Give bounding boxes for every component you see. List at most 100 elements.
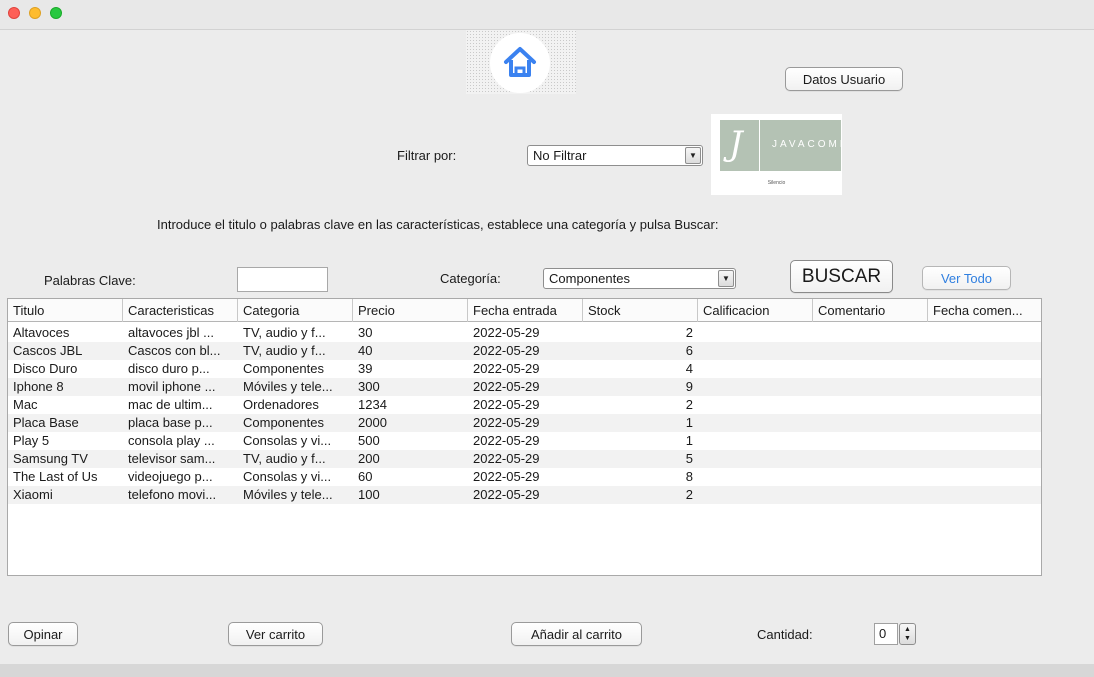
minimize-window-button[interactable] <box>29 7 41 19</box>
table-cell: 2000 <box>358 415 387 430</box>
view-all-button[interactable]: Ver Todo <box>922 266 1011 290</box>
table-cell <box>698 468 813 486</box>
table-cell: placa base p... <box>128 415 213 430</box>
table-row[interactable]: Placa Base placa base p... Componentes 2000… <box>8 414 1041 432</box>
keywords-input[interactable] <box>237 267 328 292</box>
chevron-down-icon: ▼ <box>718 270 734 287</box>
table-row[interactable]: Cascos JBL Cascos con bl... TV, audio y f.… <box>8 342 1041 360</box>
instructions-text: Introduce el titulo o palabras clave en … <box>157 217 719 232</box>
table-cell: Samsung TV <box>13 451 88 466</box>
table-cell: Placa Base <box>13 415 79 430</box>
table-cell: 6 <box>685 343 693 358</box>
table-cell: altavoces jbl ... <box>128 325 214 340</box>
table-cell <box>813 378 928 396</box>
table-cell: 2022-05-29 <box>473 469 540 484</box>
table-cell <box>928 396 1041 414</box>
table-cell: 2022-05-29 <box>473 361 540 376</box>
column-header[interactable]: Calificacion <box>698 299 813 322</box>
table-cell: mac de ultim... <box>128 397 213 412</box>
table-cell: TV, audio y f... <box>243 343 326 358</box>
table-cell: Mac <box>13 397 38 412</box>
window-titlebar <box>0 0 1094 30</box>
table-cell <box>928 378 1041 396</box>
filter-select[interactable]: No Filtrar ▼ <box>527 145 703 166</box>
search-button[interactable]: BUSCAR <box>790 260 893 293</box>
column-header[interactable]: Caracteristicas <box>123 299 238 322</box>
column-header[interactable]: Categoria <box>238 299 353 322</box>
table-cell: 1 <box>685 415 693 430</box>
table-cell <box>698 378 813 396</box>
filter-label: Filtrar por: <box>397 148 457 163</box>
table-row[interactable]: Mac mac de ultim... Ordenadores 1234 2022-05… <box>8 396 1041 414</box>
table-cell: 2022-05-29 <box>473 433 540 448</box>
category-label: Categoría: <box>440 271 501 286</box>
table-cell: TV, audio y f... <box>243 451 326 466</box>
view-cart-button[interactable]: Ver carrito <box>228 622 323 646</box>
table-cell: Xiaomi <box>13 487 53 502</box>
home-button[interactable] <box>466 30 576 94</box>
table-row[interactable]: The Last of Us videojuego p... Consolas y … <box>8 468 1041 486</box>
column-header[interactable]: Comentario <box>813 299 928 322</box>
maximize-window-button[interactable] <box>50 7 62 19</box>
column-header[interactable]: Stock <box>583 299 698 322</box>
table-cell: 9 <box>685 379 693 394</box>
table-row[interactable]: Disco Duro disco duro p... Componentes 39 20… <box>8 360 1041 378</box>
table-cell: 2022-05-29 <box>473 415 540 430</box>
table-cell: Componentes <box>243 361 324 376</box>
table-cell: Móviles y tele... <box>243 379 333 394</box>
table-cell: 100 <box>358 487 380 502</box>
table-cell <box>813 414 928 432</box>
table-cell: Play 5 <box>13 433 50 448</box>
quantity-stepper[interactable]: 0 ▲ ▼ <box>874 623 917 645</box>
column-header[interactable]: Titulo <box>8 299 123 322</box>
table-cell <box>928 486 1041 504</box>
table-cell: Consolas y vi... <box>243 433 332 448</box>
table-cell: 1 <box>685 433 693 448</box>
table-cell <box>928 450 1041 468</box>
table-row[interactable]: Iphone 8 movil iphone ... Móviles y tele..… <box>8 378 1041 396</box>
javacomp-logo: J JAVACOMP Silencio <box>711 114 842 195</box>
products-table[interactable]: Titulo Caracteristicas Categoria Precio Fech… <box>7 298 1042 576</box>
background-window-edge <box>0 664 1094 677</box>
table-row[interactable]: Samsung TV televisor sam... TV, audio y f.… <box>8 450 1041 468</box>
table-cell <box>928 432 1041 450</box>
review-button[interactable]: Opinar <box>8 622 78 646</box>
table-row[interactable]: Xiaomi telefono movi... Móviles y tele... 1… <box>8 486 1041 504</box>
quantity-label: Cantidad: <box>757 627 813 642</box>
table-header: Titulo Caracteristicas Categoria Precio Fech… <box>8 299 1041 322</box>
logo-tagline: Silencio <box>767 180 786 186</box>
home-icon-background <box>490 33 550 93</box>
table-cell: 30 <box>358 325 373 340</box>
user-data-button[interactable]: Datos Usuario <box>785 67 903 91</box>
category-select[interactable]: Componentes ▼ <box>543 268 736 289</box>
table-cell <box>698 324 813 342</box>
table-cell: 2022-05-29 <box>473 343 540 358</box>
quantity-value[interactable]: 0 <box>874 623 898 645</box>
table-row[interactable]: Altavoces altavoces jbl ... TV, audio y f.… <box>8 324 1041 342</box>
column-header[interactable]: Precio <box>353 299 468 322</box>
add-to-cart-button[interactable]: Añadir al carrito <box>511 622 642 646</box>
table-cell: televisor sam... <box>128 451 216 466</box>
table-cell: Consolas y vi... <box>243 469 332 484</box>
table-row[interactable]: Play 5 consola play ... Consolas y vi... 50… <box>8 432 1041 450</box>
table-cell <box>928 360 1041 378</box>
table-cell: Altavoces <box>13 325 70 340</box>
column-header[interactable]: Fecha comen... <box>928 299 1041 322</box>
table-cell: 2022-05-29 <box>473 451 540 466</box>
table-cell: 2022-05-29 <box>473 487 540 502</box>
table-cell <box>928 414 1041 432</box>
table-cell: movil iphone ... <box>128 379 216 394</box>
close-window-button[interactable] <box>8 7 20 19</box>
table-cell: telefono movi... <box>128 487 217 502</box>
table-cell: Componentes <box>243 415 324 430</box>
logo-wordmark: JAVACOMP <box>772 139 841 150</box>
table-cell: 5 <box>685 451 693 466</box>
stepper-arrows-icon[interactable]: ▲ ▼ <box>899 623 916 645</box>
table-cell <box>698 450 813 468</box>
table-cell: 1234 <box>358 397 387 412</box>
table-cell <box>813 324 928 342</box>
table-cell <box>928 324 1041 342</box>
table-cell: 2 <box>685 397 693 412</box>
column-header[interactable]: Fecha entrada <box>468 299 583 322</box>
table-cell: 2 <box>685 325 693 340</box>
